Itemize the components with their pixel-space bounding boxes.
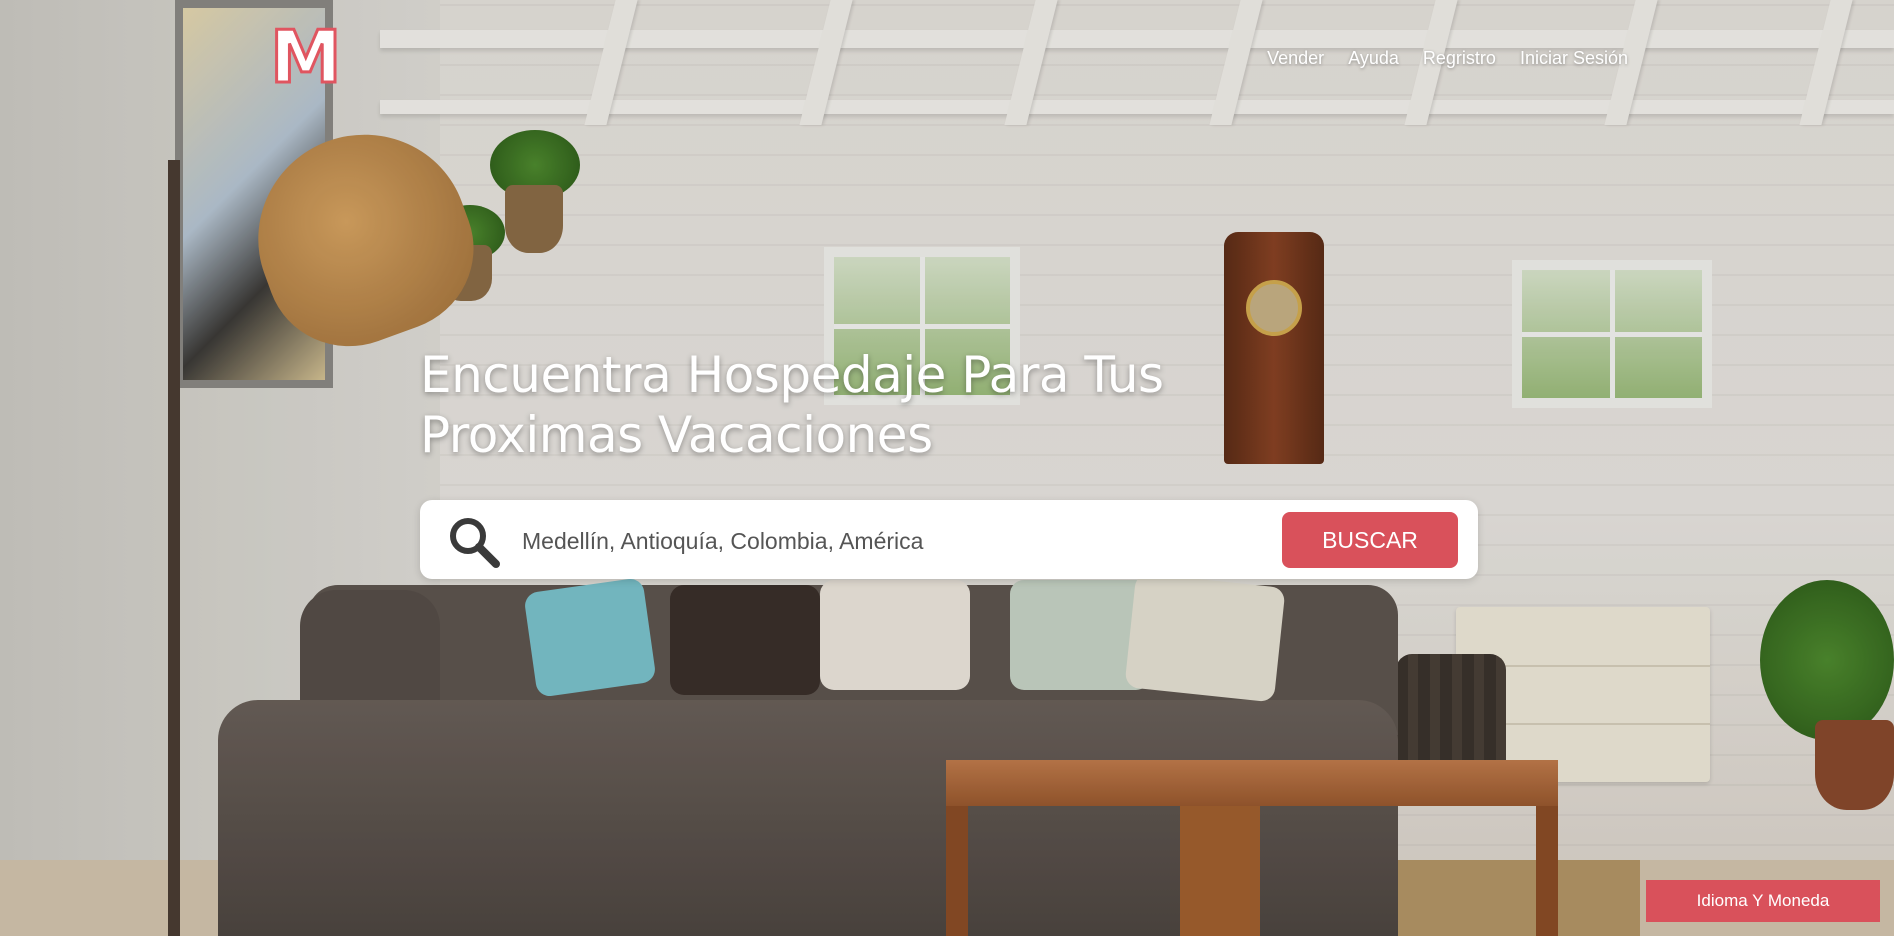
search-icon[interactable] bbox=[448, 516, 500, 568]
nav-link-iniciar-sesion[interactable]: Iniciar Sesión bbox=[1520, 48, 1628, 69]
language-currency-button[interactable]: Idioma Y Moneda bbox=[1646, 880, 1880, 922]
nav-link-vender[interactable]: Vender bbox=[1267, 48, 1324, 69]
brand-logo-letter: M bbox=[269, 15, 344, 99]
nav-link-registro[interactable]: Regristro bbox=[1423, 48, 1496, 69]
search-input[interactable] bbox=[520, 518, 1134, 564]
top-nav: Vender Ayuda Regristro Iniciar Sesión bbox=[1267, 48, 1628, 69]
hero-background-image bbox=[0, 0, 1894, 936]
search-button[interactable]: BUSCAR bbox=[1282, 512, 1458, 568]
search-bar: BUSCAR bbox=[420, 500, 1478, 579]
brand-logo[interactable]: M bbox=[269, 15, 344, 99]
nav-link-ayuda[interactable]: Ayuda bbox=[1348, 48, 1399, 69]
hero-title: Encuentra Hospedaje Para Tus Proximas Va… bbox=[420, 346, 1164, 464]
